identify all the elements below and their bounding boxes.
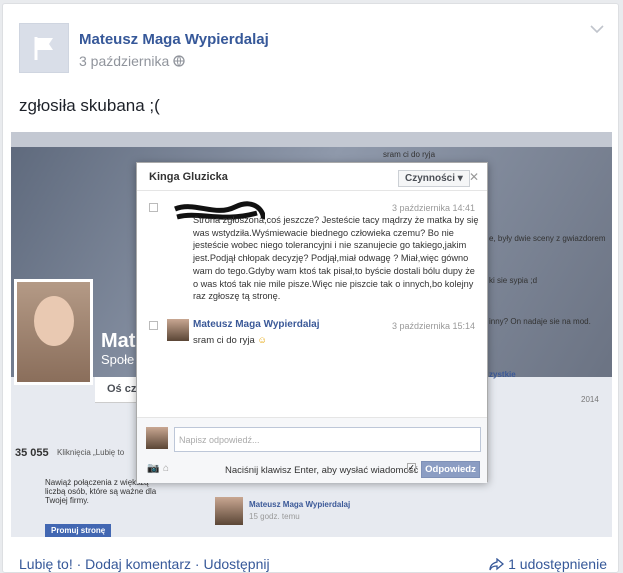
post-header: Mateusz Maga Wypierdalaj 3 października [19, 23, 579, 73]
caret-down-icon: ▾ [457, 173, 463, 184]
share-link[interactable]: Udostępnij [203, 556, 269, 572]
enter-to-send-label: Naciśnij klawisz Enter, aby wysłać wiado… [225, 465, 419, 476]
bg-comment: sram ci do ryja [383, 150, 436, 159]
bg-likes-count: 35 055 [15, 447, 49, 459]
bg-subtitle: Społe [101, 352, 135, 367]
bg-likes-text: Kliknięcia „Lubię to [57, 448, 125, 457]
post-date[interactable]: 3 października [79, 53, 169, 69]
bg-post-author: Mateusz Maga Wypierdalaj [249, 500, 351, 509]
message-checkbox-1[interactable] [149, 203, 158, 212]
face-shape [34, 296, 74, 346]
top-strip [11, 132, 612, 147]
share-arrow-icon [489, 557, 505, 570]
bg-right-4: zystkie [489, 370, 516, 379]
flag-icon [34, 37, 53, 60]
bg-post-time: 15 godz. temu [249, 512, 300, 521]
camera-icon[interactable]: 📷 [147, 463, 159, 474]
profile-picture [14, 279, 93, 385]
enter-send-checkbox[interactable]: ✓ [407, 463, 416, 472]
reply-input[interactable]: Napisz odpowiedź... [174, 427, 481, 452]
bg-right-3: inny? On nadaje sie na mod. [489, 317, 591, 326]
msg2-time: 3 października 15:14 [392, 321, 476, 331]
msg1-time: 3 października 14:41 [392, 203, 476, 213]
post-meta: 3 października [79, 53, 185, 69]
msg2-author[interactable]: Mateusz Maga Wypierdalaj [193, 319, 320, 330]
post-actions: Lubię to! · Dodaj komentarz · Udostępnij… [19, 556, 607, 572]
smiley-icon: ☺ [257, 335, 268, 346]
reply-area: Napisz odpowiedź... 📷 ⌂ Naciśnij klawisz… [137, 417, 487, 483]
post-author-link[interactable]: Mateusz Maga Wypierdalaj [79, 31, 269, 48]
screenshot-image[interactable]: Mate Społe Oś cza 35 055 Kliknięcia „Lub… [11, 132, 612, 537]
message-dialog: Kinga Gluzicka Czynności ▾ ✕ 3 październ… [136, 162, 488, 483]
shares-count: 1 udostępnienie [508, 556, 607, 572]
bg-promo-button: Promuj stronę [45, 524, 112, 537]
actions-label: Czynności [405, 173, 456, 184]
reply-button[interactable]: Odpowiedz [421, 461, 480, 478]
bg-right-1: e, były dwie sceny z gwiazdorem [489, 234, 606, 243]
dialog-title: Kinga Gluzicka [149, 171, 228, 183]
dialog-header: Kinga Gluzicka Czynności ▾ ✕ [137, 163, 487, 191]
post-card: Mateusz Maga Wypierdalaj 3 października … [2, 3, 619, 573]
close-icon[interactable]: ✕ [469, 170, 479, 184]
msg2-text: sram ci do ryja ☺ [193, 335, 267, 346]
separator: · [72, 556, 86, 572]
globe-icon [173, 55, 185, 67]
actions-dropdown[interactable]: Czynności ▾ [398, 170, 470, 187]
msg2-avatar [167, 319, 189, 341]
bg-post-thumb [215, 497, 243, 525]
reply-avatar [146, 427, 168, 449]
paperclip-icon[interactable]: ⌂ [163, 463, 169, 474]
msg1-text: Strona zgłoszona,coś jeszcze? Jesteście … [193, 215, 479, 302]
shares-count-link[interactable]: 1 udostępnienie [489, 556, 607, 572]
like-link[interactable]: Lubię to! [19, 556, 73, 572]
comment-link[interactable]: Dodaj komentarz [85, 556, 191, 572]
chevron-down-icon[interactable] [588, 22, 606, 36]
post-text: zgłosiła skubana ;( [19, 96, 160, 115]
msg2-text-content: sram ci do ryja [193, 335, 255, 346]
message-checkbox-2[interactable] [149, 321, 158, 330]
bg-right-2: ki sie sypia ;d [489, 276, 538, 285]
bg-year: 2014 [581, 395, 599, 404]
separator: · [191, 556, 204, 572]
page-avatar[interactable] [19, 23, 69, 73]
